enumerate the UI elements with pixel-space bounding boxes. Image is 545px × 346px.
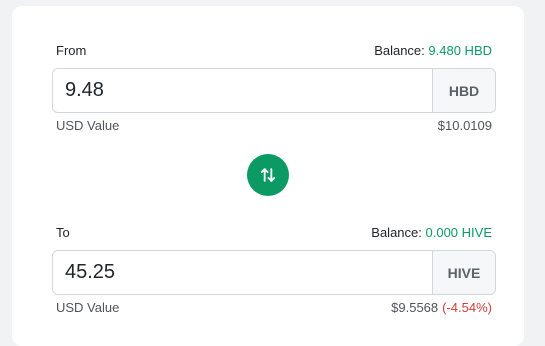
to-usd-label: USD Value [56, 299, 120, 315]
from-usd-value: $10.0109 [437, 117, 492, 133]
swap-direction-button[interactable] [247, 154, 289, 196]
to-balance: Balance: 0.000 HIVE [371, 225, 492, 240]
to-label: To [56, 224, 70, 240]
from-usd-label: USD Value [56, 117, 120, 133]
to-usd-amount: $9.5568 (-4.54%) [391, 300, 492, 315]
from-header: From Balance: 9.480 HBD [52, 39, 496, 61]
to-usd-delta: (-4.54%) [442, 299, 492, 315]
to-balance-value[interactable]: 0.000 HIVE [426, 225, 493, 240]
swap-vertical-icon [258, 165, 278, 185]
from-section: From Balance: 9.480 HBD HBD USD Value $1… [52, 39, 496, 135]
to-header: To Balance: 0.000 HIVE [52, 221, 496, 243]
to-balance-label: Balance: [371, 224, 422, 240]
to-usd-row: USD Value $9.5568 (-4.54%) [52, 297, 496, 317]
to-input-group: HIVE [52, 250, 496, 295]
from-balance-label: Balance: [374, 42, 425, 58]
from-label: From [56, 42, 87, 58]
from-input-group: HBD [52, 68, 496, 113]
to-usd-value: $9.5568 [391, 299, 439, 315]
from-balance: Balance: 9.480 HBD [374, 43, 492, 58]
from-amount-input[interactable] [53, 69, 432, 112]
to-amount-input[interactable] [53, 251, 432, 294]
to-section: To Balance: 0.000 HIVE HIVE USD Value $9… [52, 221, 496, 317]
from-balance-value[interactable]: 9.480 HBD [428, 43, 492, 58]
from-currency: HBD [432, 69, 495, 112]
swap-card: From Balance: 9.480 HBD HBD USD Value $1… [12, 6, 524, 346]
to-currency: HIVE [432, 251, 495, 294]
from-usd-row: USD Value $10.0109 [52, 115, 496, 135]
